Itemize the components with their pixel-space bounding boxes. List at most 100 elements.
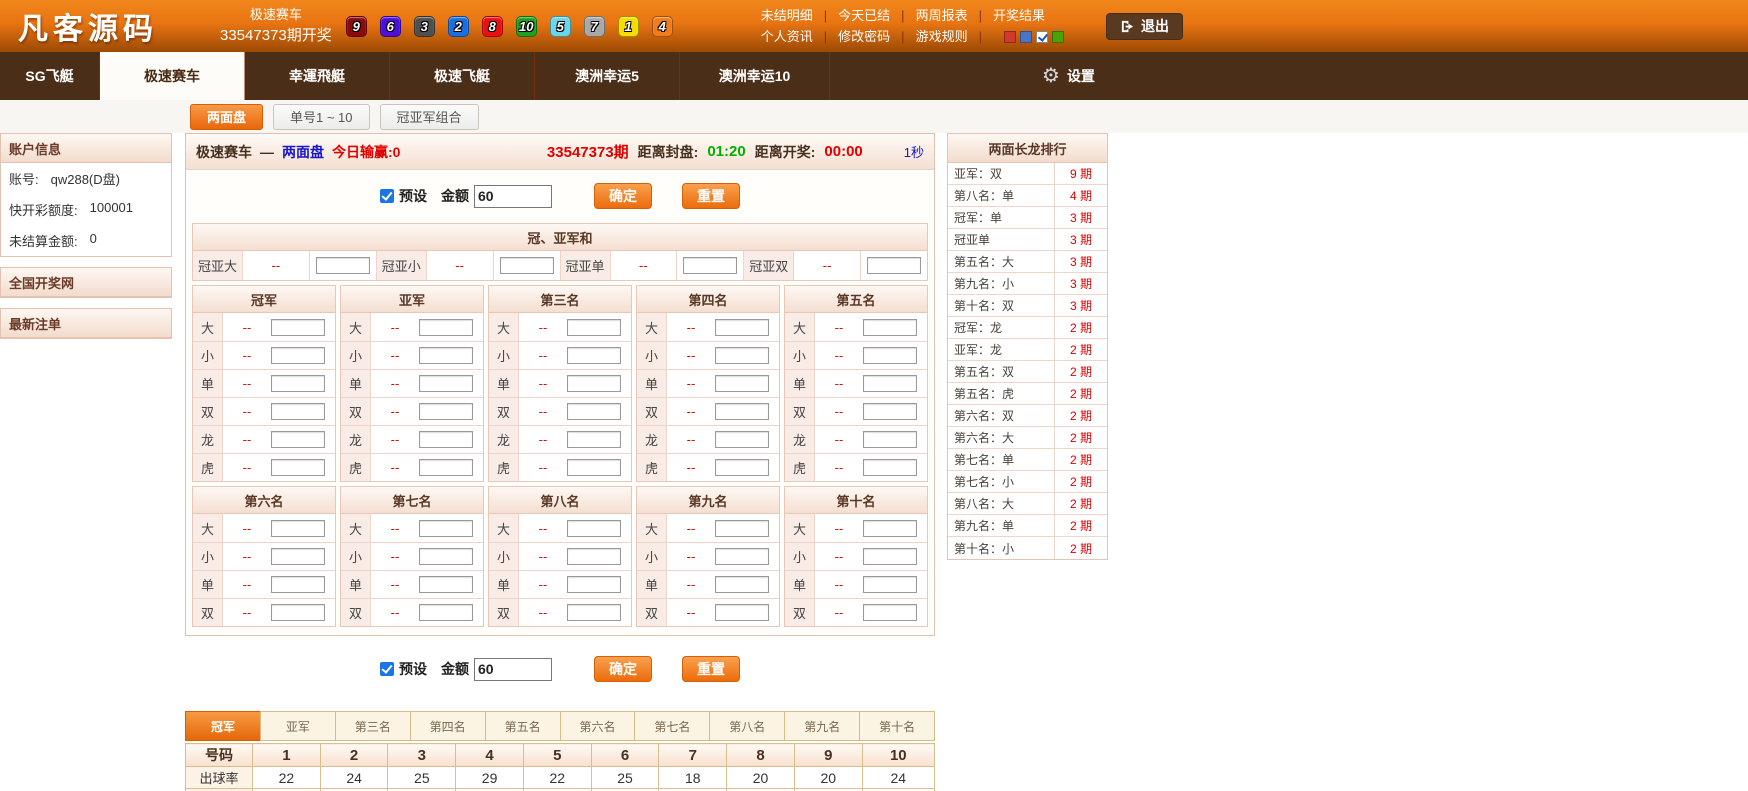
nav-tab-2[interactable]: 极速赛车 [100,52,245,100]
header-link-3[interactable]: 游戏规则 [916,26,968,47]
bet-amount-input[interactable] [567,318,621,336]
bet-amount-input[interactable] [863,431,917,448]
bet-amount-input[interactable] [271,548,325,565]
bet-amount-input[interactable] [863,403,917,420]
bet-amount-input[interactable] [863,604,917,621]
bet-amount-input[interactable] [715,459,769,476]
reset-button[interactable]: 重置 [682,656,740,682]
bet-amount-input[interactable] [567,375,621,392]
bet-amount-input[interactable] [271,576,325,593]
position-tab-4[interactable]: 第四名 [409,711,486,741]
header-link-3[interactable]: 两周报表 [916,5,968,26]
position-tab-2[interactable]: 亚军 [259,711,336,741]
bet-amount-input[interactable] [271,318,325,336]
preset-checkbox[interactable] [380,662,394,676]
bet-amount-input[interactable] [271,519,325,537]
position-tab-10[interactable]: 第十名 [859,711,936,741]
position-tab-6[interactable]: 第六名 [559,711,636,741]
bet-amount-input[interactable] [863,318,917,336]
bet-amount-input[interactable] [567,431,621,448]
position-tab-7[interactable]: 第七名 [634,711,711,741]
bet-amount-input[interactable] [863,519,917,537]
amount-input[interactable] [474,657,552,681]
bet-amount-input[interactable] [567,548,621,565]
reset-button[interactable]: 重置 [682,183,740,209]
nav-tab-5[interactable]: 澳洲幸运5 [535,52,680,100]
confirm-button[interactable]: 确定 [594,656,652,682]
header-link-2[interactable]: 今天已结 [838,5,890,26]
bet-amount-input[interactable] [867,257,921,274]
bet-amount-input[interactable] [271,459,325,476]
bet-amount-input[interactable] [863,548,917,565]
stats-number-header: 1 [252,743,321,767]
bet-amount-input[interactable] [567,403,621,420]
blue-theme[interactable] [1019,30,1032,43]
nav-tab-6[interactable]: 澳洲幸运10 [680,52,830,100]
position-tab-5[interactable]: 第五名 [484,711,561,741]
bet-amount-input[interactable] [419,347,473,364]
bet-amount-input[interactable] [863,576,917,593]
bet-amount-input[interactable] [419,604,473,621]
bet-amount-input[interactable] [567,604,621,621]
nav-tab-3[interactable]: 幸運飛艇 [245,52,390,100]
header-link-1[interactable]: 个人资讯 [761,26,813,47]
confirm-button[interactable]: 确定 [594,183,652,209]
bet-amount-input[interactable] [271,375,325,392]
bet-amount-input[interactable] [419,375,473,392]
theme-checkbox[interactable] [1035,30,1048,43]
bet-amount-input[interactable] [715,375,769,392]
bet-amount-input[interactable] [419,318,473,336]
latest-bets-title[interactable]: 最新注单 [1,309,171,338]
bet-amount-input[interactable] [715,431,769,448]
header-link-1[interactable]: 未结明细 [761,5,813,26]
bet-amount-input[interactable] [863,347,917,364]
header-link-2[interactable]: 修改密码 [838,26,890,47]
position-tab-8[interactable]: 第八名 [709,711,786,741]
bet-amount-input[interactable] [419,403,473,420]
position-tab-1[interactable]: 冠军 [185,711,261,741]
bet-amount-input[interactable] [271,431,325,448]
header-link-4[interactable]: 开奖结果 [993,5,1045,26]
bet-amount-input[interactable] [715,576,769,593]
bet-amount-input[interactable] [715,519,769,537]
logout-button[interactable]: 退出 [1105,12,1183,40]
lottery-sites-title[interactable]: 全国开奖网 [1,268,171,297]
bet-amount-input[interactable] [863,459,917,476]
bet-amount-input[interactable] [419,519,473,537]
ranking-row: 冠军：单 3 期 [948,207,1107,229]
bet-amount-input[interactable] [419,431,473,448]
green-theme[interactable] [1051,30,1064,43]
bet-amount-input[interactable] [271,347,325,364]
bet-amount-input[interactable] [315,257,370,274]
bet-amount-input[interactable] [567,459,621,476]
bet-amount-input[interactable] [419,459,473,476]
position-tab-3[interactable]: 第三名 [334,711,411,741]
red-theme[interactable] [1003,30,1016,43]
bet-amount-input[interactable] [271,403,325,420]
current-period: 33547373期 [546,144,629,161]
bet-amount-input[interactable] [683,257,738,274]
bet-amount-input[interactable] [567,576,621,593]
subtab-3[interactable]: 冠亚军组合 [379,103,479,130]
bet-amount-input[interactable] [271,604,325,621]
bet-amount-input[interactable] [419,548,473,565]
preset-checkbox[interactable] [380,189,394,203]
bet-amount-input[interactable] [715,318,769,336]
bet-amount-input[interactable] [715,548,769,565]
nav-tab-4[interactable]: 极速飞艇 [390,52,535,100]
settings-button[interactable]: ⚙ 设置 [1042,52,1095,100]
bet-amount-input[interactable] [499,257,554,274]
bet-amount-input[interactable] [863,375,917,392]
bet-amount-input[interactable] [715,403,769,420]
bet-option-label: 龙 [193,426,223,453]
bet-amount-input[interactable] [715,347,769,364]
subtab-1[interactable]: 两面盘 [190,103,264,130]
bet-amount-input[interactable] [419,576,473,593]
bet-amount-input[interactable] [715,604,769,621]
amount-input[interactable] [474,184,552,208]
bet-amount-input[interactable] [567,347,621,364]
nav-tab-1[interactable]: SG飞艇 [0,52,100,100]
position-tab-9[interactable]: 第九名 [784,711,861,741]
subtab-2[interactable]: 单号1 ~ 10 [273,103,370,130]
bet-amount-input[interactable] [567,519,621,537]
